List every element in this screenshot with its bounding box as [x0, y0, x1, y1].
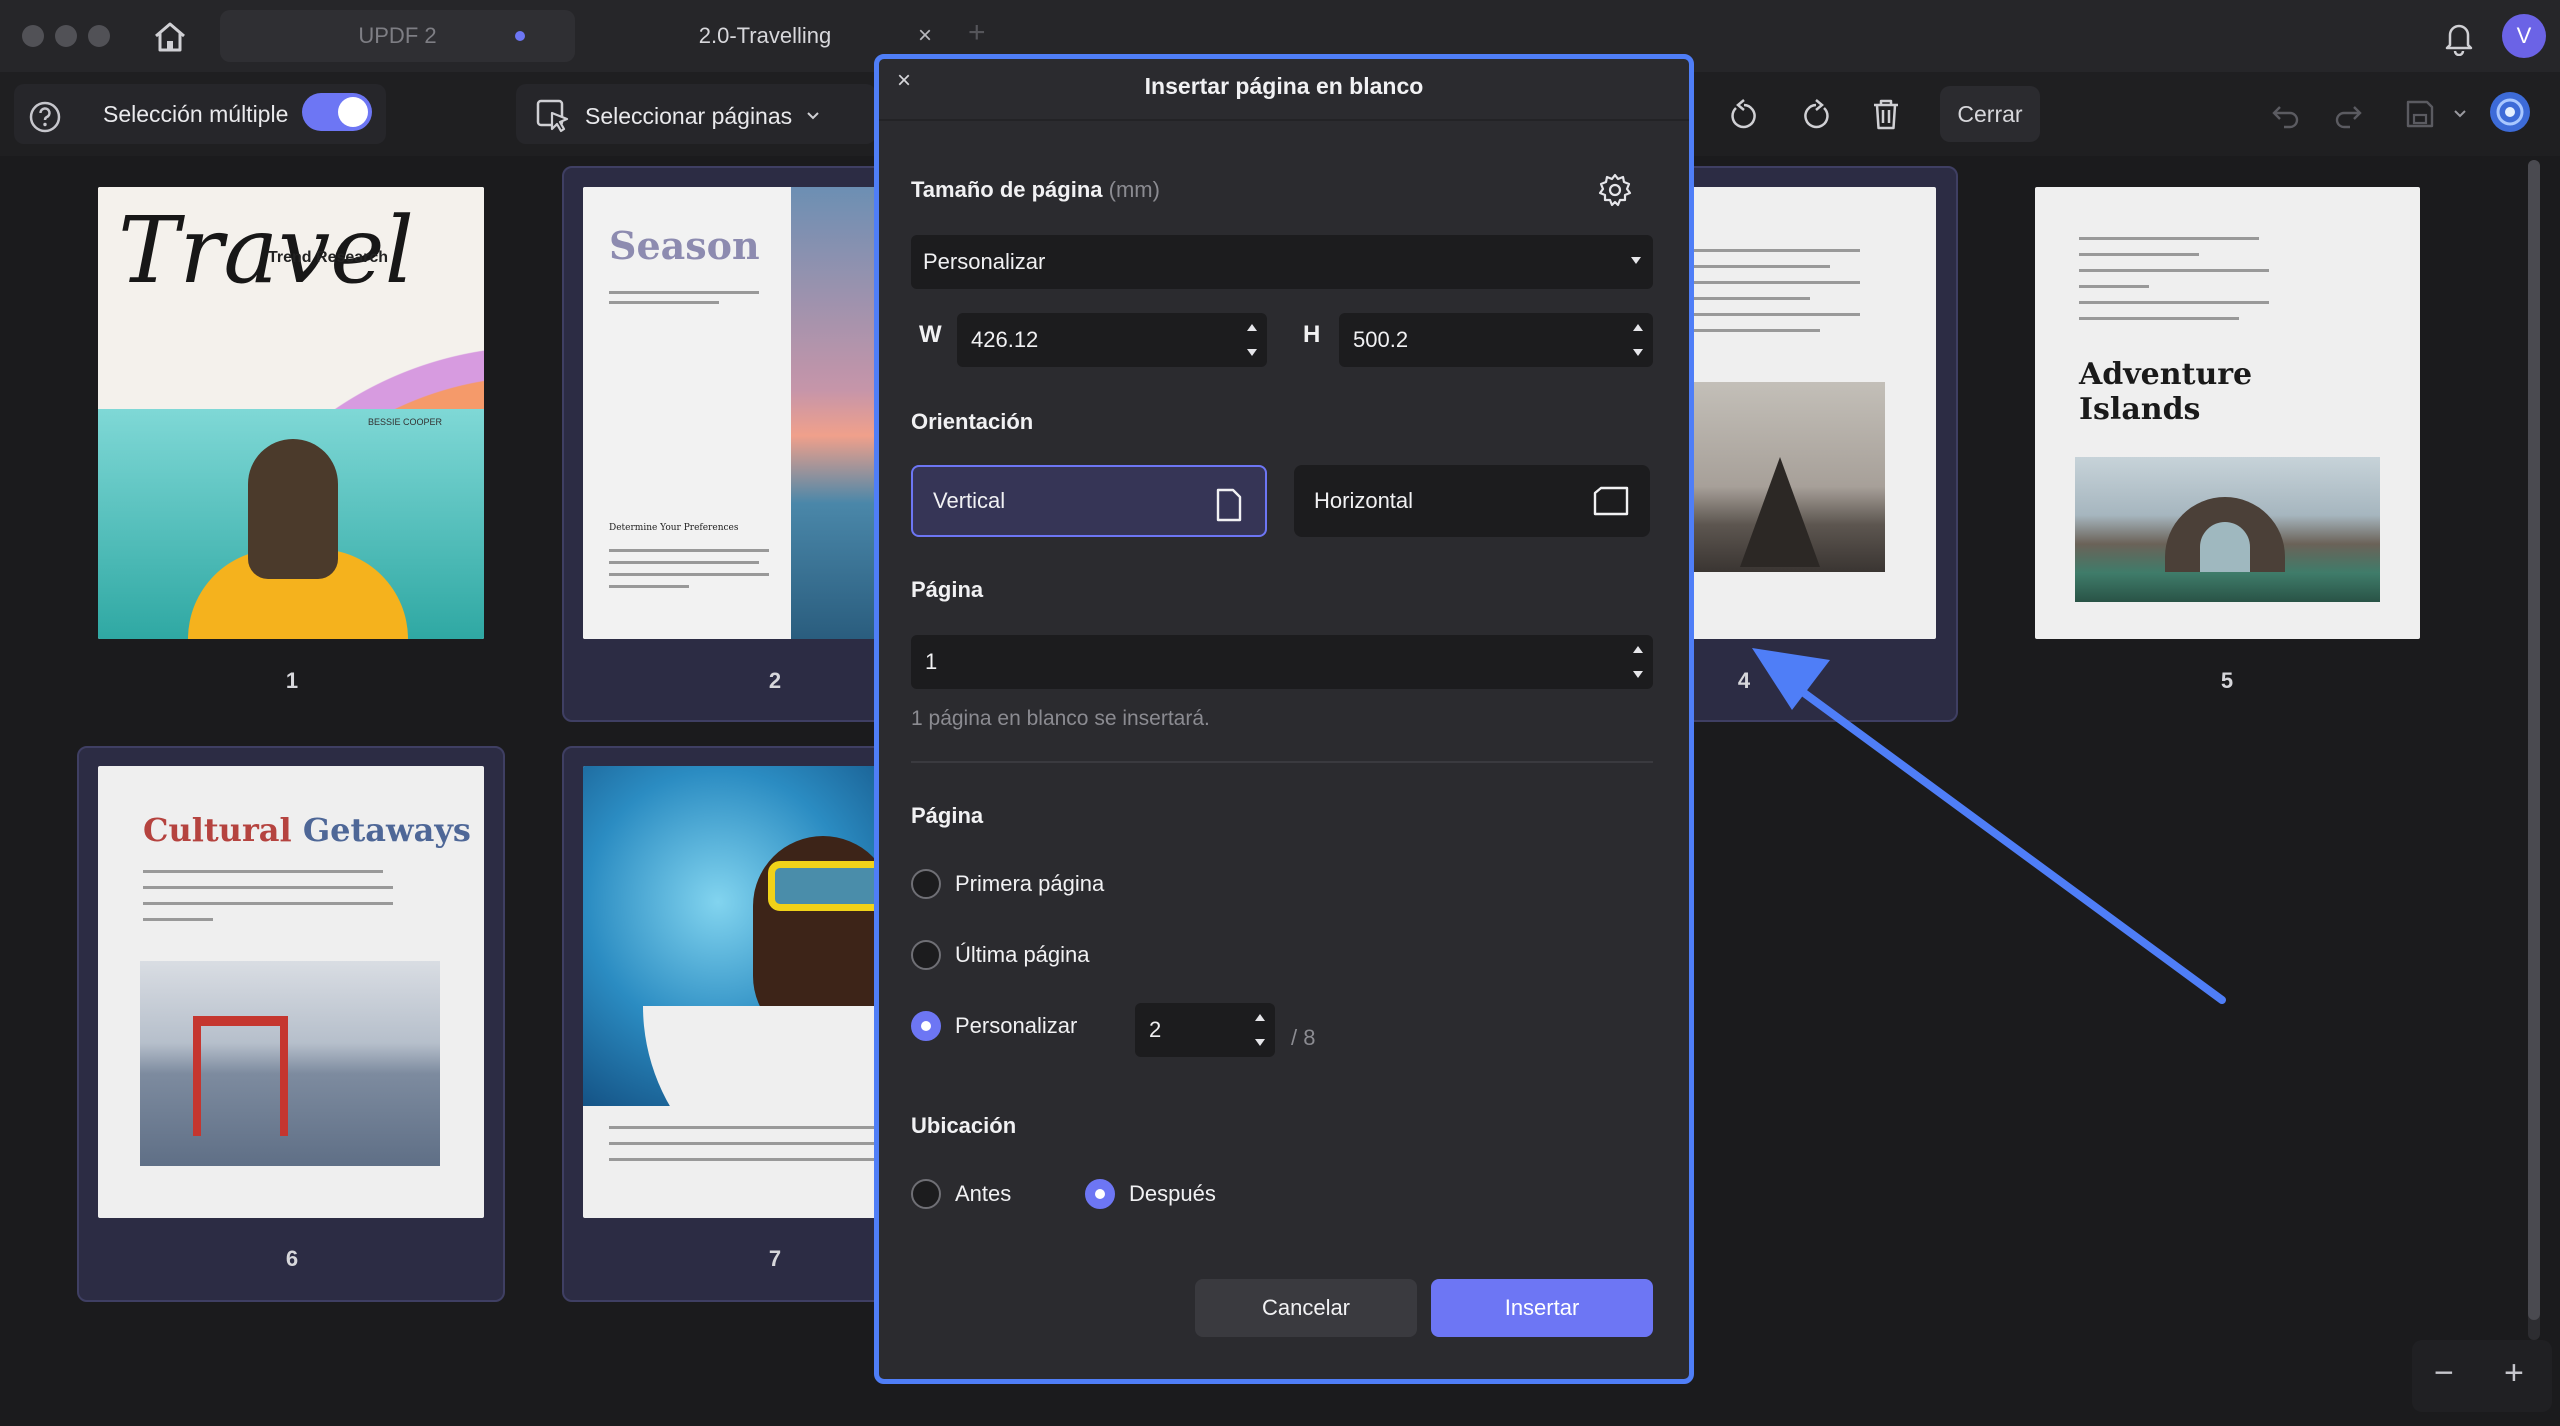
stepper-down-icon [1247, 349, 1257, 356]
stepper-down-icon [1633, 349, 1643, 356]
stepper-up-icon [1255, 1014, 1265, 1021]
scrollbar[interactable] [2528, 160, 2540, 1340]
orientation-horizontal-label: Horizontal [1314, 488, 1414, 513]
insert-blank-page-dialog: × Insertar página en blanco Tamaño de pá… [874, 54, 1694, 1384]
zoom-in-button[interactable]: + [2504, 1354, 2524, 1393]
page-size-label-text: Tamaño de página [911, 177, 1103, 202]
radio-button-selected[interactable] [911, 1011, 941, 1041]
height-value: 500.2 [1353, 327, 1409, 352]
landscape-page-icon [1593, 486, 1629, 516]
position-option-label: Primera página [955, 871, 1105, 896]
custom-page-stepper[interactable] [1255, 1014, 1265, 1046]
width-input[interactable]: 426.12 [957, 313, 1267, 367]
width-value: 426.12 [971, 327, 1039, 352]
orientation-vertical-button[interactable]: Vertical [911, 465, 1267, 537]
radio-button-selected[interactable] [1085, 1179, 1115, 1209]
scrollbar-thumb[interactable] [2528, 160, 2540, 1320]
location-option-before[interactable]: Antes [911, 1179, 1011, 1209]
page-count-label: Página [911, 577, 984, 602]
stepper-up-icon [1633, 646, 1643, 653]
location-option-label: Después [1129, 1181, 1216, 1206]
page-size-select[interactable]: Personalizar [911, 235, 1653, 289]
stepper-down-icon [1633, 671, 1643, 678]
stepper-up-icon [1247, 324, 1257, 331]
zoom-controls: − + [2412, 1340, 2552, 1412]
page-count-input[interactable]: 1 [911, 635, 1653, 689]
position-option-label: Personalizar [955, 1013, 1078, 1038]
custom-page-input[interactable]: 2 [1135, 1003, 1275, 1057]
radio-button[interactable] [911, 940, 941, 970]
position-option-custom[interactable]: Personalizar [911, 1011, 1077, 1041]
dialog-title: Insertar página en blanco [1144, 73, 1424, 99]
orientation-horizontal-button[interactable]: Horizontal [1294, 465, 1650, 537]
caret-down-icon [1631, 257, 1641, 264]
page-count-hint: 1 página en blanco se insertará. [911, 707, 1210, 730]
radio-button[interactable] [911, 869, 941, 899]
divider [879, 119, 1689, 121]
stepper-down-icon [1255, 1039, 1265, 1046]
total-pages-label: / 8 [1291, 1025, 1316, 1050]
orientation-label: Orientación [911, 409, 1034, 434]
cancel-button[interactable]: Cancelar [1195, 1279, 1417, 1337]
page-size-value: Personalizar [923, 249, 1046, 274]
position-label: Página [911, 803, 984, 828]
height-stepper[interactable] [1633, 324, 1643, 356]
width-label: W [919, 321, 942, 348]
gear-icon [1598, 173, 1632, 207]
custom-page-value: 2 [1149, 1017, 1162, 1042]
page-size-unit: (mm) [1108, 177, 1160, 202]
position-option-first[interactable]: Primera página [911, 869, 1104, 899]
orientation-vertical-label: Vertical [933, 488, 1006, 513]
radio-button[interactable] [911, 1179, 941, 1209]
portrait-page-icon [1216, 488, 1242, 522]
location-label: Ubicación [911, 1113, 1017, 1138]
page-size-settings-button[interactable] [1597, 172, 1633, 213]
position-option-last[interactable]: Última página [911, 940, 1090, 970]
height-input[interactable]: 500.2 [1339, 313, 1653, 367]
page-count-stepper[interactable] [1633, 646, 1643, 678]
height-label: H [1303, 321, 1321, 348]
page-size-label: Tamaño de página (mm) [911, 177, 1160, 203]
position-option-label: Última página [955, 942, 1090, 967]
width-stepper[interactable] [1247, 324, 1257, 356]
zoom-out-button[interactable]: − [2434, 1354, 2454, 1393]
page-count-value: 1 [925, 649, 938, 674]
insert-button[interactable]: Insertar [1431, 1279, 1653, 1337]
divider [911, 761, 1653, 763]
stepper-up-icon [1633, 324, 1643, 331]
location-option-after[interactable]: Después [1085, 1179, 1216, 1209]
location-option-label: Antes [955, 1181, 1012, 1206]
